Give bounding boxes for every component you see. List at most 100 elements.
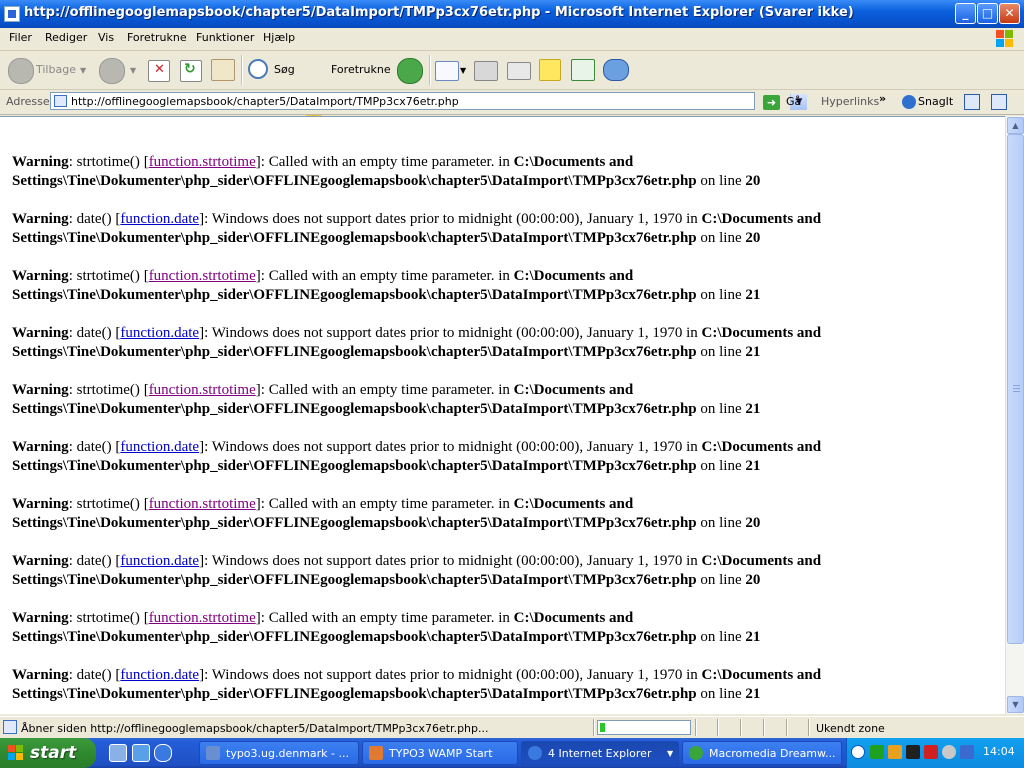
function-doc-link[interactable]: function.date <box>120 667 199 683</box>
menu-vis[interactable]: Vis <box>98 31 114 44</box>
function-doc-link[interactable]: function.date <box>120 439 199 455</box>
back-dropdown-icon[interactable]: ▼ <box>80 66 86 75</box>
icq-icon[interactable] <box>571 59 595 81</box>
tray-security-icon[interactable] <box>924 745 938 759</box>
page-favicon-icon <box>54 95 67 107</box>
warning-message: Warning: date() [function.date]: Windows… <box>12 324 892 362</box>
warning-online: on line <box>700 173 742 189</box>
home-icon[interactable] <box>211 59 235 81</box>
mail-icon[interactable] <box>435 61 459 81</box>
refresh-icon[interactable]: ↻ <box>180 60 202 82</box>
function-doc-link[interactable]: function.strtotime <box>149 268 256 284</box>
tray-network-icon[interactable] <box>870 745 884 759</box>
favorites-button-label[interactable]: Foretrukne <box>331 63 391 76</box>
title-bar[interactable]: http://offlinegooglemapsbook/chapter5/Da… <box>0 0 1024 28</box>
show-desktop-icon[interactable] <box>109 744 127 762</box>
forward-dropdown-icon[interactable]: ▼ <box>130 66 136 75</box>
warning-label: Warning <box>12 211 69 227</box>
menu-hjaelp[interactable]: Hjælp <box>263 31 295 44</box>
scroll-down-icon[interactable]: ▼ <box>1007 696 1024 713</box>
menu-funktioner[interactable]: Funktioner <box>196 31 254 44</box>
address-input[interactable]: http://offlinegooglemapsbook/chapter5/Da… <box>50 92 807 110</box>
function-doc-link[interactable]: function.strtotime <box>149 610 256 626</box>
function-doc-link[interactable]: function.strtotime <box>149 154 256 170</box>
taskbar-task-typo3-folder[interactable]: typo3.ug.denmark - ... <box>199 741 359 765</box>
links-chevron-icon[interactable]: » <box>879 92 886 105</box>
warning-function: date() <box>76 439 112 455</box>
windows-logo-icon <box>996 30 1014 48</box>
tray-messenger-icon[interactable] <box>960 745 974 759</box>
warning-text: Windows does not support dates prior to … <box>211 439 698 455</box>
mail-dropdown-icon[interactable]: ▼ <box>460 66 466 75</box>
toolbar-separator <box>241 55 243 85</box>
function-doc-link[interactable]: function.date <box>120 325 199 341</box>
maximize-button[interactable]: □ <box>977 3 998 24</box>
search-icon[interactable] <box>248 59 268 79</box>
history-icon[interactable] <box>397 58 423 84</box>
taskbar-task-internet-explorer[interactable]: 4 Internet Explorer ▼ <box>521 741 679 765</box>
note-icon[interactable] <box>539 59 561 81</box>
back-arrow-icon[interactable] <box>8 58 34 84</box>
edit-icon[interactable] <box>507 62 531 80</box>
warning-label: Warning <box>12 553 69 569</box>
warning-separator: : <box>68 439 77 455</box>
close-button[interactable]: ✕ <box>999 3 1020 24</box>
print-icon[interactable] <box>474 61 498 81</box>
menu-rediger[interactable]: Rediger <box>45 31 87 44</box>
progress-fill <box>600 723 605 732</box>
warning-separator: : <box>68 268 77 284</box>
back-button-label[interactable]: Tilbage <box>36 63 76 76</box>
warning-online: on line <box>700 515 742 531</box>
tray-app-icon[interactable] <box>906 745 920 759</box>
tray-app-icon[interactable] <box>888 745 902 759</box>
function-doc-link[interactable]: function.date <box>120 211 199 227</box>
task-label: TYPO3 WAMP Start <box>389 747 493 760</box>
function-doc-link[interactable]: function.strtotime <box>149 496 256 512</box>
scroll-up-icon[interactable]: ▲ <box>1007 117 1024 134</box>
search-button-label[interactable]: Søg <box>274 63 295 76</box>
warning-separator: : <box>68 667 77 683</box>
links-bar-label[interactable]: Hyperlinks <box>821 95 879 108</box>
menu-filer[interactable]: Filer <box>9 31 32 44</box>
warning-label: Warning <box>12 154 69 170</box>
go-button[interactable]: Gå <box>786 95 801 108</box>
warning-separator: : <box>68 382 77 398</box>
task-ie-icon <box>528 746 542 760</box>
taskbar-task-dreamweaver[interactable]: Macromedia Dreamw... <box>682 741 842 765</box>
snagit-window-icon[interactable] <box>964 94 980 110</box>
taskbar-task-typo3-wamp[interactable]: TYPO3 WAMP Start <box>362 741 518 765</box>
tray-volume-icon[interactable] <box>942 745 956 759</box>
forward-arrow-icon[interactable] <box>99 58 125 84</box>
quicklaunch-ie-icon[interactable] <box>154 744 172 762</box>
go-arrow-icon[interactable]: ➜ <box>763 95 780 110</box>
function-doc-link[interactable]: function.date <box>120 553 199 569</box>
warning-function: date() <box>76 211 112 227</box>
snagit-capture-icon[interactable] <box>991 94 1007 110</box>
messenger-icon[interactable] <box>603 59 629 81</box>
snagit-button[interactable]: SnagIt <box>918 95 953 108</box>
warning-function: date() <box>76 667 112 683</box>
toolbar-separator <box>429 55 431 85</box>
menu-foretrukne[interactable]: Foretrukne <box>127 31 187 44</box>
address-url[interactable]: http://offlinegooglemapsbook/chapter5/Da… <box>71 95 459 108</box>
warning-separator: : <box>68 211 77 227</box>
stop-icon[interactable]: ✕ <box>148 60 170 82</box>
snagit-icon[interactable] <box>902 95 916 109</box>
function-doc-link[interactable]: function.strtotime <box>149 382 256 398</box>
warning-text: Called with an empty time parameter. in <box>268 382 510 398</box>
warning-text: Windows does not support dates prior to … <box>211 553 698 569</box>
warning-function: strtotime() <box>76 268 140 284</box>
ie-app-icon[interactable] <box>4 6 20 22</box>
scroll-thumb[interactable] <box>1007 134 1024 644</box>
vertical-scrollbar[interactable]: ▲ ▼ <box>1005 116 1024 714</box>
bracket-close: ]: <box>199 439 212 455</box>
warning-message: Warning: date() [function.date]: Windows… <box>12 666 892 704</box>
warning-line-number: 21 <box>745 344 761 360</box>
minimize-button[interactable]: _ <box>955 3 976 24</box>
start-label[interactable]: start <box>30 743 76 763</box>
tray-expand-icon[interactable] <box>851 745 865 759</box>
window-title: http://offlinegooglemapsbook/chapter5/Da… <box>24 5 854 20</box>
status-divider <box>740 719 742 736</box>
toolbar: Tilbage ▼ ▼ ✕ ↻ Søg ★ Foretrukne ▼ <box>0 51 1024 131</box>
quicklaunch-app-icon[interactable] <box>132 744 150 762</box>
